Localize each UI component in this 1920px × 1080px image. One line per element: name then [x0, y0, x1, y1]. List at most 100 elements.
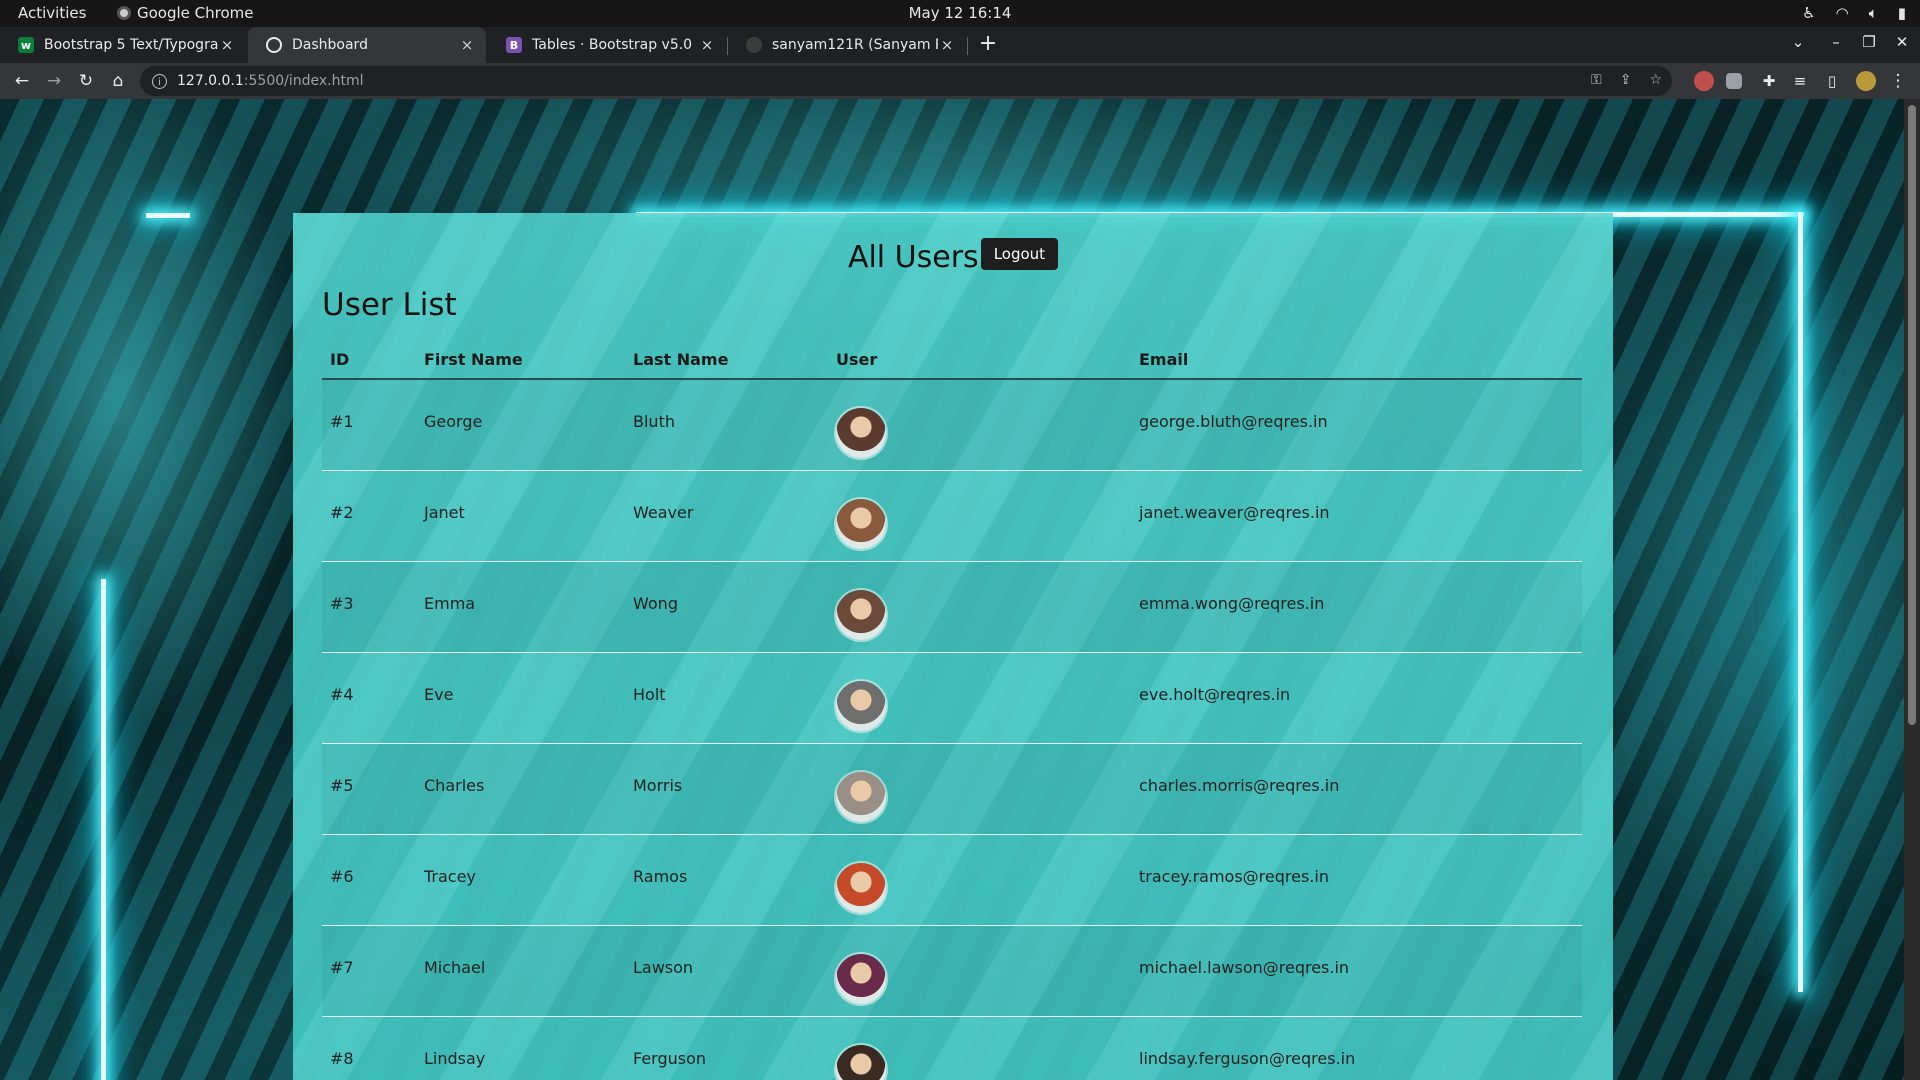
tab-title: Tables · Bootstrap v5.0 [532, 37, 693, 53]
user-avatar-cell [828, 1016, 1131, 1080]
avatar [836, 862, 886, 913]
close-icon[interactable]: × [698, 36, 716, 54]
accessibility-icon[interactable]: ♿︎ [1802, 4, 1815, 22]
user-first-name: Janet [416, 470, 625, 562]
wifi-icon[interactable]: ◠ [1836, 4, 1849, 22]
avatar [836, 771, 886, 822]
user-avatar-cell [828, 834, 1131, 926]
tab-bootstrap-tables[interactable]: B Tables · Bootstrap v5.0 × [488, 27, 726, 63]
user-list-heading: User List [322, 287, 457, 323]
profile-avatar[interactable] [1856, 71, 1876, 91]
user-last-name: Lawson [625, 925, 828, 1017]
volume-icon[interactable]: 🔈︎ [1869, 4, 1878, 22]
tab-search-icon[interactable]: ⌄ [1786, 33, 1810, 51]
user-first-name: Tracey [416, 834, 625, 926]
user-id: #1 [322, 379, 416, 471]
system-tray[interactable]: ♿︎ ◠ 🔈︎ ▮ [1802, 4, 1906, 22]
page-scrollbar[interactable] [1904, 99, 1920, 1080]
activities-button[interactable]: Activities [18, 4, 86, 22]
tab-title: Bootstrap 5 Text/Typogra [44, 37, 218, 53]
tab-dashboard[interactable]: Dashboard × [248, 27, 486, 63]
user-avatar-cell [828, 379, 1131, 471]
key-icon[interactable]: ⚿ [1591, 72, 1602, 88]
close-icon[interactable]: × [938, 36, 956, 54]
address-bar[interactable]: i 127.0.0.1:5500/index.html ⚿ ⇪ ☆ [140, 66, 1672, 96]
reload-icon[interactable]: ↻ [72, 67, 100, 95]
user-id: #5 [322, 743, 416, 835]
site-info-icon[interactable]: i [152, 73, 167, 89]
user-avatar-cell [828, 743, 1131, 835]
bootstrap-icon: B [506, 37, 522, 53]
avatar [836, 589, 886, 640]
share-icon[interactable]: ⇪ [1620, 72, 1632, 88]
close-icon[interactable]: × [458, 36, 476, 54]
column-header-first-name: First Name [416, 350, 625, 380]
tab-github[interactable]: sanyam121R (Sanyam Rat × [728, 27, 966, 63]
user-id: #2 [322, 470, 416, 562]
restore-icon[interactable]: ❐ [1857, 33, 1881, 51]
battery-icon[interactable]: ▮ [1898, 4, 1906, 22]
close-icon[interactable]: × [218, 36, 236, 54]
user-id: #8 [322, 1016, 416, 1080]
user-first-name: Lindsay [416, 1016, 625, 1080]
avatar [836, 953, 886, 1004]
user-id: #7 [322, 925, 416, 1017]
user-last-name: Morris [625, 743, 828, 835]
user-first-name: Eve [416, 652, 625, 744]
user-email: eve.holt@reqres.in [1131, 652, 1582, 744]
tab-bootstrap-typography[interactable]: w Bootstrap 5 Text/Typogra × [0, 27, 246, 63]
user-avatar-cell [828, 470, 1131, 562]
app-menu[interactable]: Google Chrome [117, 4, 254, 22]
user-email: george.bluth@reqres.in [1131, 379, 1582, 471]
side-panel-icon[interactable]: ▯ [1818, 67, 1846, 95]
user-avatar-cell [828, 925, 1131, 1017]
extension-icon[interactable] [1726, 73, 1742, 89]
system-top-bar: Activities Google Chrome May 12 16:14 ♿︎… [0, 0, 1920, 27]
bookmark-star-icon[interactable]: ☆ [1649, 72, 1662, 88]
user-first-name: George [416, 379, 625, 471]
column-header-email: Email [1131, 350, 1582, 380]
forward-icon[interactable]: → [40, 67, 68, 95]
column-header-last-name: Last Name [625, 350, 828, 380]
table-row: #1 George Bluth george.bluth@reqres.in [322, 379, 1582, 471]
user-id: #3 [322, 561, 416, 653]
user-first-name: Michael [416, 925, 625, 1017]
minimize-icon[interactable]: – [1824, 33, 1848, 51]
avatar [836, 1044, 886, 1080]
user-email: janet.weaver@reqres.in [1131, 470, 1582, 562]
page-title: All Users [847, 240, 979, 275]
neon-frame-left [101, 579, 106, 1080]
users-table: ID First Name Last Name User Email #1 Geo… [322, 350, 1582, 1080]
user-last-name: Ferguson [625, 1016, 828, 1080]
table-row: #6 Tracey Ramos tracey.ramos@reqres.in [322, 834, 1582, 926]
column-header-id: ID [322, 350, 416, 380]
reading-list-icon[interactable]: ≡ [1786, 67, 1814, 95]
github-icon [746, 37, 762, 53]
new-tab-button[interactable]: + [974, 30, 1002, 58]
scrollbar-thumb[interactable] [1908, 105, 1916, 725]
user-first-name: Emma [416, 561, 625, 653]
table-row: #2 Janet Weaver janet.weaver@reqres.in [322, 470, 1582, 562]
home-icon[interactable]: ⌂ [104, 67, 132, 95]
menu-icon[interactable]: ⋮ [1884, 67, 1912, 95]
puzzle-icon[interactable]: ✚ [1755, 67, 1783, 95]
extension-icon[interactable] [1694, 71, 1714, 91]
clock[interactable]: May 12 16:14 [909, 4, 1012, 22]
user-email: michael.lawson@reqres.in [1131, 925, 1582, 1017]
back-icon[interactable]: ← [8, 67, 36, 95]
tab-title: sanyam121R (Sanyam Rat [772, 37, 938, 53]
table-row: #4 Eve Holt eve.holt@reqres.in [322, 652, 1582, 744]
column-header-user: User [828, 350, 1131, 380]
table-row: #7 Michael Lawson michael.lawson@reqres.in [322, 925, 1582, 1017]
url-path: :5500/index.html [243, 73, 364, 89]
window-close-icon[interactable]: ✕ [1890, 33, 1914, 51]
logout-button[interactable]: Logout [980, 237, 1059, 270]
table-header-row: ID First Name Last Name User Email [322, 350, 1582, 380]
table-row: #8 Lindsay Ferguson lindsay.ferguson@reqres… [322, 1016, 1582, 1080]
user-avatar-cell [828, 561, 1131, 653]
user-email: emma.wong@reqres.in [1131, 561, 1582, 653]
avatar [836, 498, 886, 549]
browser-toolbar: ← → ↻ ⌂ i 127.0.0.1:5500/index.html ⚿ ⇪ … [0, 63, 1920, 99]
user-id: #6 [322, 834, 416, 926]
w3schools-icon: w [18, 37, 34, 53]
